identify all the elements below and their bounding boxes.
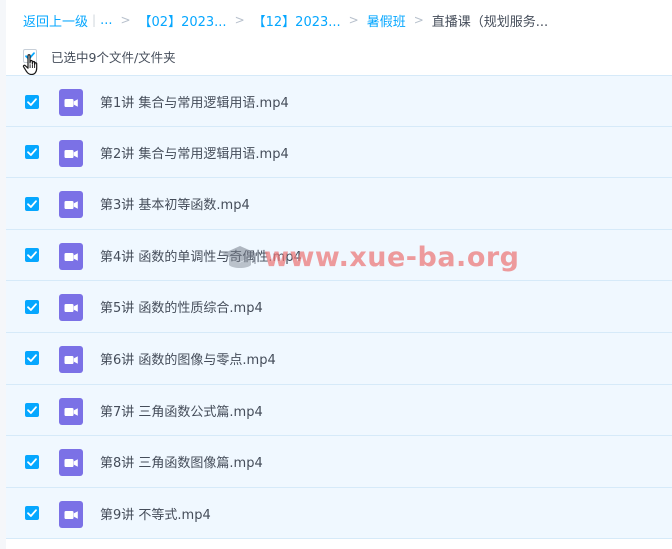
file-row[interactable]: 第2讲 集合与常用逻辑用语.mp4: [6, 126, 672, 179]
row-checkbox[interactable]: [25, 196, 39, 211]
breadcrumb-ellipsis[interactable]: ...: [100, 13, 112, 28]
file-name[interactable]: 第8讲 三角函数图像篇.mp4: [100, 452, 263, 471]
row-checkbox[interactable]: [25, 506, 39, 521]
checkmark-icon: [27, 148, 37, 156]
file-name[interactable]: 第7讲 三角函数公式篇.mp4: [100, 401, 263, 420]
file-row[interactable]: 第9讲 不等式.mp4: [6, 487, 672, 540]
hand-pointer-icon: [22, 54, 38, 76]
file-name[interactable]: 第4讲 函数的单调性与奇偶性.mp4: [100, 246, 302, 265]
file-row[interactable]: 第8讲 三角函数图像篇.mp4: [6, 436, 672, 488]
checkmark-icon: [27, 457, 37, 466]
file-name[interactable]: 第3讲 基本初等函数.mp4: [100, 194, 250, 213]
video-file-icon: [59, 89, 83, 116]
file-name[interactable]: 第6讲 函数的图像与零点.mp4: [100, 349, 276, 368]
file-name[interactable]: 第1讲 集合与常用逻辑用语.mp4: [100, 92, 289, 111]
row-checkbox[interactable]: [25, 248, 39, 263]
selection-count-text: 已选中9个文件/文件夹: [51, 49, 176, 65]
video-file-icon: [59, 191, 83, 219]
selection-bar: 已选中9个文件/文件夹: [23, 45, 176, 67]
breadcrumb-back-link[interactable]: 返回上一级: [23, 11, 88, 30]
file-row[interactable]: 第5讲 函数的性质综合.mp4: [6, 281, 672, 333]
file-row[interactable]: 第6讲 函数的图像与零点.mp4: [6, 332, 672, 385]
video-file-icon: [59, 139, 83, 167]
checkmark-icon: [27, 354, 37, 363]
file-list: 第1讲 集合与常用逻辑用语.mp4 第2讲 集合与常用逻辑用语.mp4 第3讲 …: [6, 75, 672, 540]
breadcrumb-divider: |: [92, 13, 97, 27]
video-file-icon: [59, 294, 83, 322]
file-row[interactable]: 第3讲 基本初等函数.mp4: [6, 178, 672, 230]
file-name[interactable]: 第2讲 集合与常用逻辑用语.mp4: [100, 143, 289, 162]
breadcrumb-item-summer-class[interactable]: 暑假班: [367, 11, 406, 30]
breadcrumb-separator: >: [234, 13, 245, 27]
breadcrumb-separator: >: [413, 13, 424, 27]
file-name[interactable]: 第9讲 不等式.mp4: [100, 504, 211, 523]
file-row[interactable]: 第1讲 集合与常用逻辑用语.mp4: [6, 75, 672, 127]
breadcrumb-separator: >: [120, 13, 131, 27]
file-name[interactable]: 第5讲 函数的性质综合.mp4: [100, 297, 263, 316]
video-file-icon: [59, 345, 83, 373]
breadcrumb-item-2023-12[interactable]: 【12】2023...: [253, 11, 341, 30]
checkmark-icon: [27, 199, 37, 208]
breadcrumb-current: 直播课（规划服务...: [431, 14, 549, 30]
checkmark-icon: [27, 251, 37, 260]
checkmark-icon: [27, 406, 37, 414]
checkmark-icon: [27, 97, 37, 106]
breadcrumb-item-2023-02[interactable]: 【02】2023...: [139, 11, 227, 30]
video-file-icon: [59, 500, 83, 528]
video-file-icon: [59, 449, 83, 477]
row-checkbox[interactable]: [25, 351, 39, 366]
checkmark-icon: [27, 509, 37, 518]
row-checkbox[interactable]: [25, 403, 39, 418]
row-checkbox[interactable]: [25, 94, 39, 109]
checkmark-icon: [27, 303, 37, 311]
breadcrumb-separator: >: [348, 13, 359, 27]
row-checkbox[interactable]: [25, 299, 39, 314]
file-row[interactable]: 第4讲 函数的单调性与奇偶性.mp4: [6, 229, 672, 282]
breadcrumb: 返回上一级 | ... > 【02】2023... > 【12】2023... …: [23, 10, 548, 30]
video-file-icon: [59, 242, 83, 270]
video-file-icon: [59, 397, 83, 425]
row-checkbox[interactable]: [25, 145, 39, 160]
row-checkbox[interactable]: [25, 454, 39, 469]
file-row[interactable]: 第7讲 三角函数公式篇.mp4: [6, 384, 672, 437]
